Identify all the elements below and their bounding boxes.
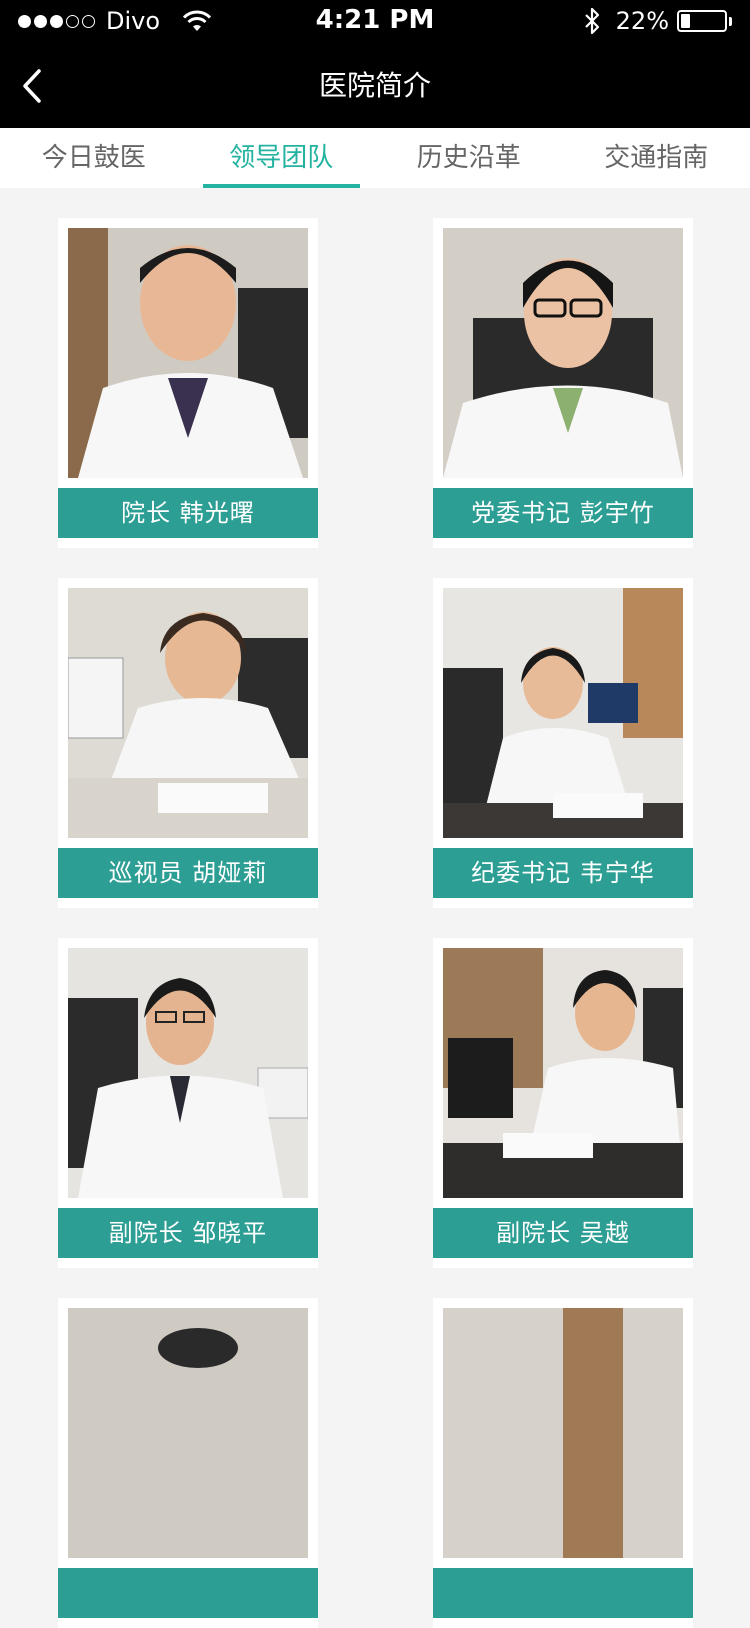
tab-today[interactable]: 今日鼓医 <box>0 128 188 188</box>
bluetooth-icon <box>582 7 602 35</box>
chevron-left-icon <box>21 68 43 104</box>
leader-card[interactable]: 副院长 邹晓平 <box>58 938 318 1268</box>
leader-caption <box>433 1568 693 1618</box>
battery-area: 22% <box>582 6 732 36</box>
tab-directions[interactable]: 交通指南 <box>563 128 750 188</box>
page-title: 医院简介 <box>0 44 750 128</box>
leader-caption <box>58 1568 318 1618</box>
leader-caption: 副院长 邹晓平 <box>58 1208 318 1258</box>
leader-card[interactable]: 院长 韩光曙 <box>58 218 318 548</box>
battery-cap <box>729 17 732 26</box>
leader-caption: 纪委书记 韦宁华 <box>433 848 693 898</box>
leader-photo <box>68 948 308 1198</box>
battery-percent: 22% <box>616 6 669 36</box>
leader-card[interactable]: 党委书记 彭宇竹 <box>433 218 693 548</box>
nav-bar: 医院简介 <box>0 44 750 128</box>
leader-photo <box>443 588 683 838</box>
tab-leadership[interactable]: 领导团队 <box>188 128 376 188</box>
leader-caption: 巡视员 胡娅莉 <box>58 848 318 898</box>
tab-bar: 今日鼓医 领导团队 历史沿革 交通指南 <box>0 128 750 188</box>
leader-photo <box>68 1308 308 1558</box>
battery-fill <box>681 14 690 28</box>
leader-card[interactable] <box>433 1298 693 1628</box>
leader-photo <box>68 588 308 838</box>
leader-card[interactable]: 副院长 吴越 <box>433 938 693 1268</box>
status-bar: Divo 4:21 PM 22% <box>0 0 750 44</box>
leader-caption: 院长 韩光曙 <box>58 488 318 538</box>
leader-photo <box>68 228 308 478</box>
leader-card[interactable] <box>58 1298 318 1628</box>
leader-card[interactable]: 巡视员 胡娅莉 <box>58 578 318 908</box>
tab-history[interactable]: 历史沿革 <box>375 128 563 188</box>
leader-caption: 副院长 吴越 <box>433 1208 693 1258</box>
leader-card[interactable]: 纪委书记 韦宁华 <box>433 578 693 908</box>
battery-icon <box>677 10 727 32</box>
leader-photo <box>443 948 683 1198</box>
leader-photo <box>443 1308 683 1558</box>
leader-photo <box>443 228 683 478</box>
back-button[interactable] <box>10 58 54 114</box>
leader-caption: 党委书记 彭宇竹 <box>433 488 693 538</box>
